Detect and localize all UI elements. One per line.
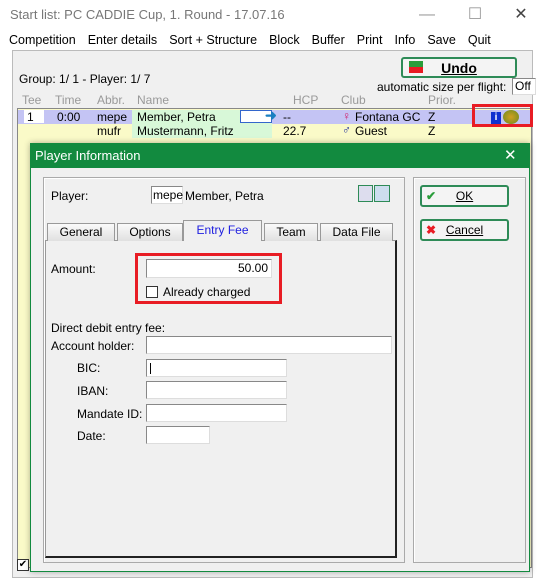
menu-buffer[interactable]: Buffer — [307, 33, 350, 47]
menu-quit[interactable]: Quit — [463, 33, 496, 47]
male-icon: ♂ — [342, 123, 351, 137]
highlight-box — [472, 104, 533, 127]
menu-info[interactable]: Info — [389, 33, 420, 47]
player-name: Member, Petra — [185, 189, 264, 203]
highlight-box — [135, 253, 282, 304]
col-hcp[interactable]: HCP — [293, 93, 318, 107]
auto-size-field[interactable]: Off — [512, 78, 536, 95]
cancel-button[interactable]: ✖ Cancel — [420, 219, 509, 241]
abbr-cell: mepe — [97, 110, 128, 124]
ok-button[interactable]: ✔ OK — [420, 185, 509, 207]
bottom-checkbox[interactable]: ✔ — [17, 559, 29, 571]
dialog-title: Player Information — [30, 143, 530, 168]
menu-enter-details[interactable]: Enter details — [83, 33, 162, 47]
tab-general[interactable]: General — [47, 223, 115, 241]
close-button[interactable]: ✕ — [506, 4, 536, 26]
col-time[interactable]: Time — [55, 93, 81, 107]
name-cell: Member, Petra — [137, 110, 216, 124]
tee-cell[interactable]: 1 — [24, 110, 44, 124]
date-field[interactable] — [146, 426, 210, 444]
abbr-cell: mufr — [97, 124, 121, 138]
prior-cell: Z — [428, 124, 436, 138]
iban-label: IBAN: — [77, 384, 109, 398]
hcp-cell: -- — [283, 110, 291, 124]
account-holder-field[interactable] — [146, 336, 392, 354]
prior-cell: Z — [428, 110, 436, 124]
group-status: Group: 1/ 1 - Player: 1/ 7 — [19, 72, 151, 86]
minimize-button[interactable]: — — [412, 4, 442, 26]
col-prior[interactable]: Prior. — [428, 93, 456, 107]
col-name[interactable]: Name — [137, 93, 169, 107]
undo-icon — [409, 61, 423, 73]
club-cell: Guest — [355, 124, 388, 138]
menu-competition[interactable]: Competition — [0, 33, 81, 47]
window-title: Start list: PC CADDIE Cup, 1. Round - 17… — [10, 7, 285, 22]
time-cell: 0:00 — [57, 110, 81, 124]
menu-sort-structure[interactable]: Sort + Structure — [164, 33, 262, 47]
iban-field[interactable] — [146, 381, 287, 399]
menu-bar: Competition Enter details Sort + Structu… — [0, 33, 498, 47]
search-icon[interactable] — [374, 185, 390, 202]
list-icon[interactable] — [358, 185, 373, 202]
col-abbr[interactable]: Abbr. — [97, 93, 125, 107]
player-abbr-field[interactable]: mepe — [151, 186, 183, 204]
checkmark-icon: ✔ — [426, 189, 437, 203]
tab-team[interactable]: Team — [264, 223, 318, 241]
undo-button[interactable]: Undo — [401, 57, 517, 78]
col-club[interactable]: Club — [341, 93, 366, 107]
direct-debit-label: Direct debit entry fee: — [51, 321, 166, 335]
cross-icon: ✖ — [426, 223, 437, 237]
tab-options[interactable]: Options — [117, 223, 183, 241]
account-holder-label: Account holder: — [51, 339, 135, 353]
hcp-cell: 22.7 — [283, 124, 307, 138]
tab-entry-fee[interactable]: Entry Fee — [183, 220, 262, 241]
date-label: Date: — [77, 429, 106, 443]
name-cell: Mustermann, Fritz — [137, 124, 234, 138]
arrow-right-icon[interactable]: ➜ — [265, 107, 277, 124]
bic-field[interactable] — [146, 359, 287, 377]
club-cell: Fontana GC — [355, 110, 421, 124]
amount-label: Amount: — [51, 262, 96, 276]
player-label: Player: — [51, 189, 89, 203]
female-icon: ♀ — [342, 109, 351, 123]
col-tee[interactable]: Tee — [22, 93, 41, 107]
auto-size-label: automatic size per flight: — [377, 80, 507, 94]
mandate-id-label: Mandate ID: — [77, 407, 143, 421]
dialog-close-button[interactable]: ✕ — [504, 146, 517, 164]
maximize-button[interactable]: ☐ — [460, 4, 490, 26]
bic-label: BIC: — [77, 361, 101, 375]
tab-data-file[interactable]: Data File — [320, 223, 393, 241]
menu-print[interactable]: Print — [352, 33, 388, 47]
mandate-id-field[interactable] — [146, 404, 287, 422]
menu-save[interactable]: Save — [422, 33, 461, 47]
menu-block[interactable]: Block — [264, 33, 305, 47]
